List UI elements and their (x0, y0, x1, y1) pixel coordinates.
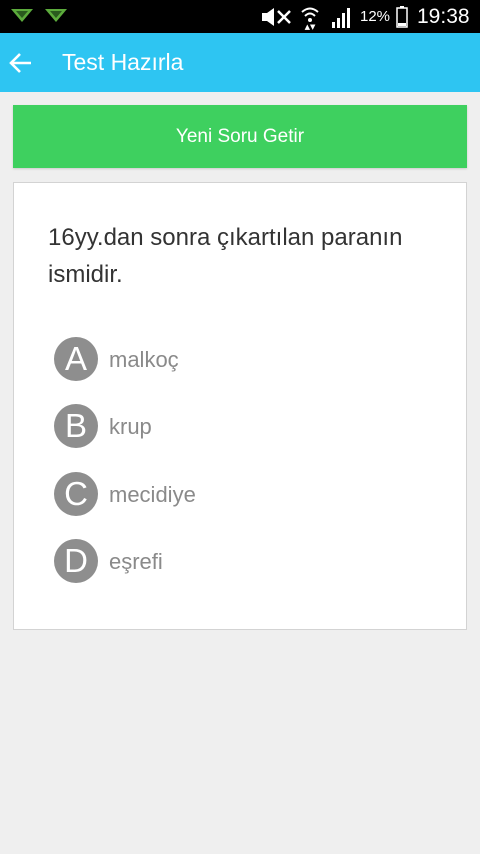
option-d[interactable]: D eşrefi (54, 539, 434, 585)
option-letter-badge: D (54, 539, 98, 583)
wifi-icon: ▲▼ (301, 7, 319, 30)
new-question-button[interactable]: Yeni Soru Getir (13, 105, 467, 168)
app-bar: Test Hazırla (0, 33, 480, 92)
question-card: 16yy.dan sonra çıkartılan paranın ismidi… (13, 182, 467, 630)
option-text: eşrefi (109, 549, 163, 574)
clock: 19:38 (417, 5, 470, 28)
notification-icon (45, 9, 67, 22)
question-text: 16yy.dan sonra çıkartılan paranın ismidi… (48, 224, 403, 288)
option-letter-badge: A (54, 337, 98, 381)
battery-icon (396, 6, 408, 28)
option-c[interactable]: C mecidiye (54, 472, 434, 518)
mute-icon (262, 8, 291, 26)
notification-icon (11, 9, 33, 22)
option-text: malkoç (109, 347, 179, 372)
signal-icon (332, 8, 350, 28)
arrow-left-icon[interactable] (8, 50, 34, 76)
option-letter-badge: C (54, 472, 98, 516)
battery-percentage: 12% (360, 8, 391, 25)
option-a[interactable]: A malkoç (54, 337, 434, 383)
option-text: mecidiye (109, 482, 196, 507)
option-letter-badge: B (54, 404, 98, 448)
svg-text:▲▼: ▲▼ (305, 23, 316, 30)
page-title: Test Hazırla (62, 49, 184, 75)
status-bar: ▲▼ 12% 19:38 (0, 0, 480, 33)
option-b[interactable]: B krup (54, 404, 434, 450)
option-text: krup (109, 414, 152, 439)
